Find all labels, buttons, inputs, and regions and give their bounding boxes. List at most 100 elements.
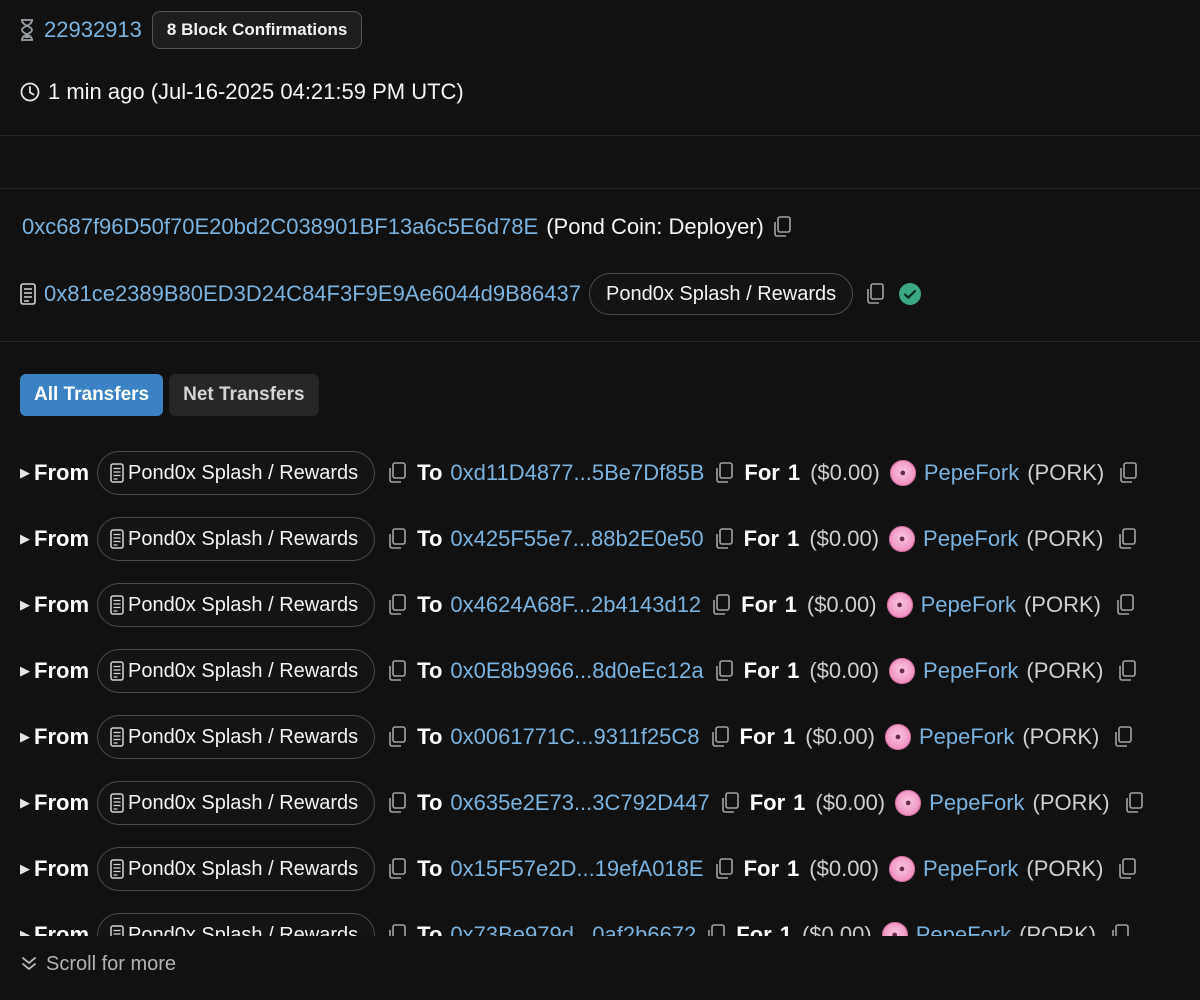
from-address-link[interactable]: 0xc687f96D50f70E20bd2C038901BF13a6c5E6d7… [22,214,538,240]
copy-icon[interactable] [1124,792,1144,814]
scroll-for-more[interactable]: Scroll for more [20,950,176,978]
expand-caret-icon[interactable]: ▶ [20,729,34,745]
transfer-tabs: All Transfers Net Transfers [20,374,319,416]
expand-caret-icon[interactable]: ▶ [20,531,34,547]
from-contract-tag[interactable]: Pond0x Splash / Rewards [97,781,376,825]
for-label: For [739,724,775,749]
from-contract-tag[interactable]: Pond0x Splash / Rewards [97,517,376,561]
contract-name-tag[interactable]: Pond0x Splash / Rewards [588,273,854,315]
copy-icon[interactable] [1115,594,1135,616]
transfer-usd-value: ($0.00) [815,790,886,815]
copy-icon[interactable] [387,858,407,880]
token-symbol: (PORK) [1032,790,1110,815]
transfer-amount: 1 [784,592,797,617]
token-name-link[interactable]: PepeFork [929,790,1024,816]
to-label: To [417,658,443,683]
from-contract-tag[interactable]: Pond0x Splash / Rewards [97,583,376,627]
from-label: From [34,790,89,815]
contract-file-icon [110,727,124,747]
copy-icon[interactable] [387,660,407,682]
from-label: From [34,658,89,683]
to-label: To [417,526,443,551]
from-contract-tag[interactable]: Pond0x Splash / Rewards [97,451,376,495]
to-address-link[interactable]: 0x15F57e2D...19efA018E [450,856,703,882]
transfer-list[interactable]: ▶ From Pond0x Splash / Rewards To 0xd11D… [20,440,1200,936]
from-address-label: (Pond Coin: Deployer) [546,214,764,239]
copy-icon[interactable] [714,660,734,682]
pepefork-token-icon: ● [889,856,915,882]
transfer-amount: 1 [793,790,806,815]
copy-icon[interactable] [720,792,740,814]
token-name-link[interactable]: PepeFork [923,526,1018,552]
to-address-link[interactable]: 0x4624A68F...2b4143d12 [450,592,701,618]
to-address-link[interactable]: 0x635e2E73...3C792D447 [450,790,709,816]
copy-icon[interactable] [387,528,407,550]
for-label: For [743,526,780,551]
copy-icon[interactable] [772,216,792,238]
copy-icon[interactable] [1113,726,1133,748]
transfer-row: ▶ From Pond0x Splash / Rewards To 0x425F… [20,506,1200,572]
to-address-link[interactable]: 0x73Be979d...0af2b6672 [450,922,696,936]
from-contract-name: Pond0x Splash / Rewards [128,527,359,550]
expand-caret-icon[interactable]: ▶ [20,861,34,877]
from-label: From [34,526,89,551]
from-contract-name: Pond0x Splash / Rewards [128,725,359,748]
transfer-amount: 1 [779,922,792,936]
block-number-link[interactable]: 22932913 [44,17,142,43]
tab-net-transfers[interactable]: Net Transfers [169,374,319,416]
to-label: To [417,724,443,749]
to-address-link[interactable]: 0x425F55e7...88b2E0e50 [450,526,703,552]
from-contract-name: Pond0x Splash / Rewards [128,659,359,682]
token-symbol: (PORK) [1022,724,1100,749]
copy-icon[interactable] [865,283,885,305]
from-contract-tag[interactable]: Pond0x Splash / Rewards [97,913,376,936]
token-name-link[interactable]: PepeFork [923,856,1018,882]
transfer-usd-value: ($0.00) [810,460,880,485]
transfer-amount: 1 [787,658,800,683]
copy-icon[interactable] [714,462,734,484]
scroll-for-more-label: Scroll for more [46,952,177,975]
tab-all-transfers[interactable]: All Transfers [20,374,164,416]
token-name-link[interactable]: PepeFork [923,658,1018,684]
pepefork-token-icon: ● [886,592,913,618]
copy-icon[interactable] [1118,462,1138,484]
contract-file-icon [110,463,124,483]
from-contract-tag[interactable]: Pond0x Splash / Rewards [97,715,376,759]
timestamp-row: 1 min ago (Jul-16-2025 04:21:59 PM UTC) [20,74,464,110]
from-contract-tag[interactable]: Pond0x Splash / Rewards [97,649,376,693]
copy-icon[interactable] [1117,660,1137,682]
from-contract-tag[interactable]: Pond0x Splash / Rewards [97,847,376,891]
transfer-usd-value: ($0.00) [809,658,880,683]
token-name-link[interactable]: PepeFork [919,724,1014,750]
to-address-link[interactable]: 0xd11D4877...5Be7Df85B [450,460,704,486]
expand-caret-icon[interactable]: ▶ [20,597,34,613]
to-address-link[interactable]: 0x0061771C...9311f25C8 [450,724,699,750]
to-contract-row: 0x81ce2389B80ED3D24C84F3F9E9Ae6044d9B864… [20,272,922,316]
copy-icon[interactable] [387,462,407,484]
token-name-link[interactable]: PepeFork [916,922,1011,936]
copy-icon[interactable] [706,924,726,936]
copy-icon[interactable] [387,792,407,814]
copy-icon[interactable] [711,594,731,616]
copy-icon[interactable] [714,858,734,880]
to-address-link[interactable]: 0x0E8b9966...8d0eEc12a [450,658,703,684]
token-name-link[interactable]: PepeFork [924,460,1019,486]
copy-icon[interactable] [387,924,407,936]
copy-icon[interactable] [714,528,734,550]
expand-caret-icon[interactable]: ▶ [20,663,34,679]
transfer-usd-value: ($0.00) [805,724,875,749]
token-name-link[interactable]: PepeFork [921,592,1016,618]
copy-icon[interactable] [1110,924,1130,936]
contract-file-icon [110,529,124,549]
contract-address-link[interactable]: 0x81ce2389B80ED3D24C84F3F9E9Ae6044d9B864… [44,281,581,307]
expand-caret-icon[interactable]: ▶ [20,795,34,811]
copy-icon[interactable] [387,594,407,616]
expand-caret-icon[interactable]: ▶ [20,927,34,936]
expand-caret-icon[interactable]: ▶ [20,465,34,481]
copy-icon[interactable] [387,726,407,748]
copy-icon[interactable] [1117,528,1137,550]
from-contract-name: Pond0x Splash / Rewards [128,593,359,616]
copy-icon[interactable] [710,726,730,748]
to-label: To [417,922,443,936]
copy-icon[interactable] [1117,858,1137,880]
